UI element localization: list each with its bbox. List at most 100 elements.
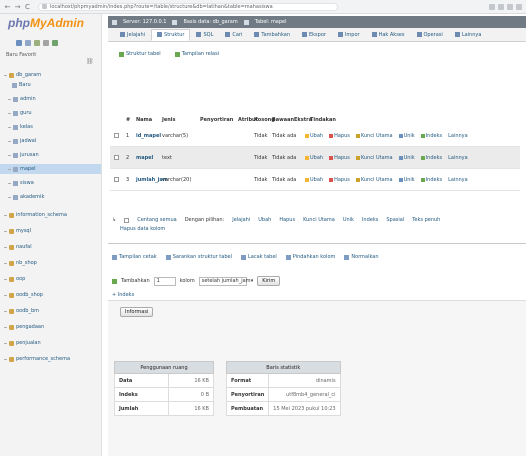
unique-link[interactable]: Unik xyxy=(398,133,415,139)
bulk-unique[interactable]: Unik xyxy=(343,217,354,223)
bulk-remove-column[interactable]: Hapus data kolom xyxy=(120,226,165,232)
logout-icon[interactable] xyxy=(25,40,31,46)
change-link[interactable]: Ubah xyxy=(305,133,323,139)
breadcrumb-table[interactable]: Tabel: mapel xyxy=(255,19,287,25)
more-link[interactable]: Lainnya xyxy=(448,155,468,161)
tab-structure[interactable]: Struktur xyxy=(151,28,191,41)
bookmark-star-icon[interactable] xyxy=(489,3,495,10)
tree-db-item[interactable]: mysql xyxy=(0,226,101,236)
primary-link[interactable]: Kunci Utama xyxy=(355,177,393,183)
with-selected-label: Dengan pilihan: xyxy=(184,217,225,223)
tree-db-item[interactable]: oodb_shop xyxy=(0,290,101,300)
tree-table-item[interactable]: akademik xyxy=(0,192,101,202)
extensions-icon[interactable] xyxy=(498,3,504,10)
tree-table-item[interactable]: admin xyxy=(0,94,101,104)
site-info-icon[interactable] xyxy=(42,4,47,9)
row-checkbox[interactable] xyxy=(114,133,119,138)
primary-link[interactable]: Kunci Utama xyxy=(355,155,393,161)
forward-arrow-icon[interactable]: → xyxy=(14,3,21,11)
navigation-sidebar: phpMyAdmin Baru Favorit ⛓ db_garam Baru … xyxy=(0,14,102,456)
tree-table-item[interactable]: kelas xyxy=(0,122,101,132)
bulk-primary[interactable]: Kunci Utama xyxy=(303,217,335,223)
tree-db-item[interactable]: oodb_bm xyxy=(0,306,101,316)
tree-table-item-selected[interactable]: mapel xyxy=(0,164,101,174)
reload-icon[interactable]: C xyxy=(24,3,31,11)
tree-db-item[interactable]: penjualan xyxy=(0,338,101,348)
check-all-label[interactable]: Centang semua xyxy=(137,217,176,223)
change-link[interactable]: Ubah xyxy=(305,177,323,183)
tree-table-item[interactable]: jurusan xyxy=(0,150,101,160)
unique-link[interactable]: Unik xyxy=(398,177,415,183)
track-table-link[interactable]: Lacak tabel xyxy=(240,254,277,260)
tab-privileges[interactable]: Hak Akses xyxy=(366,29,411,41)
breadcrumb-server[interactable]: Server: 127.0.0.1 xyxy=(123,19,166,25)
tab-sql[interactable]: SQL xyxy=(190,29,219,41)
table-icon xyxy=(13,110,18,116)
tab-browse[interactable]: Jelajahi xyxy=(114,29,151,41)
unique-link[interactable]: Unik xyxy=(398,155,415,161)
add-column-go-button[interactable]: Kirim xyxy=(257,276,281,286)
tree-db-item[interactable]: db_garam xyxy=(0,70,101,80)
indexes-toggle[interactable]: + Indeks xyxy=(112,292,134,298)
print-view-link[interactable]: Tampilan cetak xyxy=(112,254,157,260)
tree-new-item[interactable]: Baru xyxy=(0,80,101,90)
tab-search[interactable]: Cari xyxy=(219,29,248,41)
tree-db-item[interactable]: nb_shop xyxy=(0,258,101,268)
settings-icon[interactable] xyxy=(43,40,49,46)
bulk-spatial[interactable]: Spasial xyxy=(386,217,404,223)
tree-db-item[interactable]: naufal xyxy=(0,242,101,252)
subtab-relation-view[interactable]: Tampilan relasi xyxy=(172,50,222,58)
back-arrow-icon[interactable]: ← xyxy=(4,3,11,11)
bulk-change[interactable]: Ubah xyxy=(258,217,271,223)
menu-icon[interactable] xyxy=(516,3,522,10)
home-icon[interactable] xyxy=(16,40,22,46)
breadcrumb-database[interactable]: Basis data: db_garam xyxy=(183,19,237,25)
propose-structure-link[interactable]: Sarankan struktur tabel xyxy=(165,254,232,260)
tab-operations[interactable]: Operasi xyxy=(411,29,449,41)
column-position-select[interactable]: setelah jumlah_jam xyxy=(198,276,251,286)
primary-link[interactable]: Kunci Utama xyxy=(355,133,393,139)
more-link[interactable]: Lainnya xyxy=(448,177,468,183)
index-link[interactable]: Indeks xyxy=(420,155,442,161)
normalize-link[interactable]: Normalkan xyxy=(344,254,379,260)
index-link[interactable]: Indeks xyxy=(420,177,442,183)
tree-db-item[interactable]: pengadaan xyxy=(0,322,101,332)
bulk-index[interactable]: Indeks xyxy=(362,217,378,223)
tab-more[interactable]: Lainnya xyxy=(449,29,488,41)
tree-db-item[interactable]: performance_schema xyxy=(0,354,101,364)
information-button[interactable]: Informasi xyxy=(120,307,154,317)
profile-icon[interactable] xyxy=(507,3,513,10)
reload-nav-icon[interactable] xyxy=(52,40,58,46)
recent-favorites[interactable]: Baru Favorit xyxy=(6,52,36,58)
change-link[interactable]: Ubah xyxy=(305,155,323,161)
subtab-table-structure[interactable]: Struktur tabel xyxy=(116,50,164,58)
column-count-input[interactable]: 1 xyxy=(153,276,176,286)
row-actions: Ubah Hapus Kunci Utama Unik Indeks Lainn… xyxy=(305,177,468,183)
docs-icon[interactable] xyxy=(34,40,40,46)
tree-db-item[interactable]: information_schema xyxy=(0,210,101,220)
bulk-fulltext[interactable]: Teks penuh xyxy=(412,217,440,223)
tab-import[interactable]: Impor xyxy=(332,29,366,41)
bulk-actions: ↳ Centang semua Dengan pilihan: Jelajahi… xyxy=(112,217,522,237)
link-with-main-icon[interactable]: ⛓ xyxy=(86,58,94,65)
drop-link[interactable]: Hapus xyxy=(329,177,350,183)
tree-db-item[interactable]: oop xyxy=(0,274,101,284)
phpmyadmin-logo[interactable]: phpMyAdmin xyxy=(8,16,84,30)
index-link[interactable]: Indeks xyxy=(420,133,442,139)
drop-link[interactable]: Hapus xyxy=(329,155,350,161)
move-columns-link[interactable]: Pindahkan kolom xyxy=(285,254,335,260)
address-bar[interactable]: localhost/phpmyadmin/index.php?route=/ta… xyxy=(38,2,338,11)
tree-table-item[interactable]: jadwal xyxy=(0,136,101,146)
tab-insert[interactable]: Tambahkan xyxy=(248,29,296,41)
bulk-drop[interactable]: Hapus xyxy=(279,217,295,223)
row-checkbox[interactable] xyxy=(114,155,119,160)
table-icon xyxy=(13,138,18,144)
tree-table-item[interactable]: siswa xyxy=(0,178,101,188)
check-all-checkbox[interactable] xyxy=(124,217,130,223)
bulk-browse[interactable]: Jelajahi xyxy=(232,217,250,223)
tree-table-item[interactable]: guru xyxy=(0,108,101,118)
row-checkbox[interactable] xyxy=(114,177,119,182)
drop-link[interactable]: Hapus xyxy=(329,133,350,139)
tab-export[interactable]: Ekspor xyxy=(296,29,332,41)
more-link[interactable]: Lainnya xyxy=(448,133,468,139)
